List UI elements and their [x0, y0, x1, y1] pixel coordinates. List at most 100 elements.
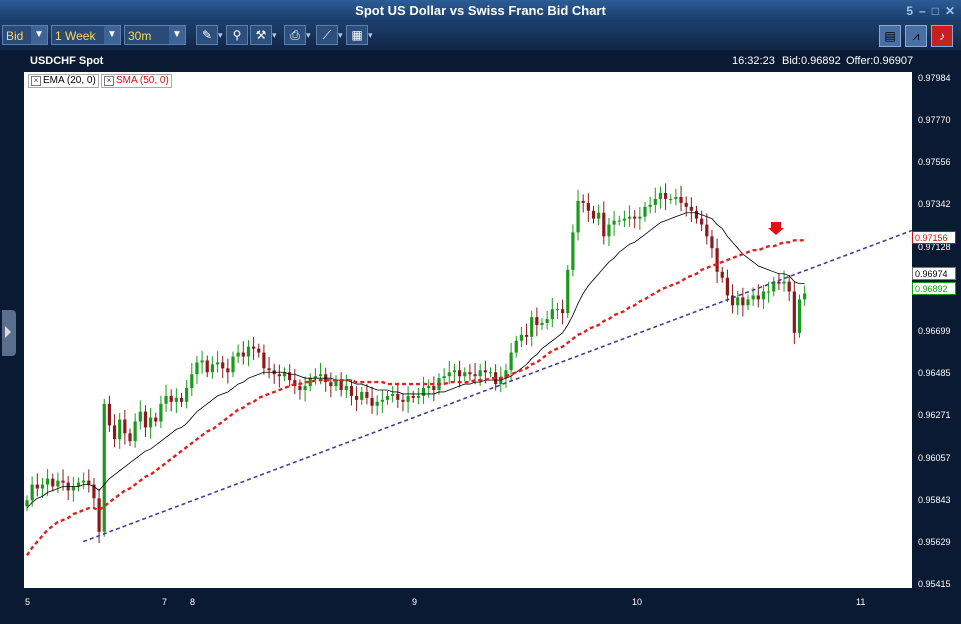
- candle-body: [360, 391, 364, 400]
- dropdown-arrow-icon[interactable]: ▾: [338, 28, 344, 42]
- chevron-down-icon: ▼: [169, 26, 185, 44]
- candle-body: [159, 403, 163, 422]
- candle-body: [138, 411, 142, 422]
- print-button[interactable]: ⎙: [284, 25, 306, 45]
- x-tick-label: 11: [856, 597, 866, 607]
- y-tick-label: 0.95843: [918, 494, 951, 505]
- tools-button[interactable]: ⚒: [250, 25, 272, 45]
- candle-body: [30, 484, 34, 501]
- candle-body: [679, 196, 683, 203]
- candle-body: [112, 425, 117, 440]
- candle-body: [550, 309, 554, 320]
- candle-body: [169, 395, 173, 402]
- candle-body: [689, 206, 693, 211]
- candle-body: [365, 391, 369, 398]
- plot-area[interactable]: [24, 72, 912, 588]
- candle-body: [715, 248, 719, 272]
- price-type-select[interactable]: Bid ▼: [2, 25, 48, 45]
- candle-body: [349, 386, 354, 396]
- sma-indicator-tag[interactable]: × SMA (50, 0): [101, 74, 172, 88]
- alert-arrow-icon[interactable]: [768, 222, 784, 235]
- candle-body: [442, 376, 446, 379]
- candle-body: [653, 198, 657, 205]
- candle-body: [226, 368, 230, 373]
- candle-body: [684, 202, 688, 207]
- pin-button[interactable]: ⚲: [226, 25, 248, 45]
- candle-body: [195, 362, 199, 375]
- chart-type-button[interactable]: ⟋: [316, 25, 338, 45]
- candle-body: [123, 419, 127, 434]
- candle-body: [370, 397, 374, 406]
- candle-body: [421, 388, 426, 396]
- candle-body: [401, 399, 405, 402]
- side-panel-toggle[interactable]: [2, 310, 16, 356]
- x-tick-label: 5: [25, 597, 31, 607]
- price-chart[interactable]: [24, 72, 912, 588]
- candle-body: [530, 317, 534, 337]
- candle-body: [617, 220, 621, 222]
- candle-body: [375, 401, 379, 406]
- offer-value: Offer:0.96907: [846, 55, 914, 67]
- candle-body: [277, 374, 281, 377]
- candle-body: [463, 372, 467, 377]
- window-title: Spot US Dollar vs Swiss Franc Bid Chart: [355, 3, 606, 18]
- minimize-icon[interactable]: –: [919, 3, 926, 19]
- candle-body: [308, 378, 312, 387]
- grid-button[interactable]: ▦: [346, 25, 368, 45]
- candle-body: [133, 421, 137, 442]
- alert-button[interactable]: ♪: [931, 25, 953, 47]
- candle-body: [792, 291, 796, 333]
- candle-body: [643, 206, 647, 217]
- candle-body: [35, 484, 39, 489]
- draw-line-button[interactable]: ✎: [196, 25, 218, 45]
- candle-body: [797, 299, 802, 333]
- candle-body: [164, 395, 168, 404]
- candle-body: [658, 193, 663, 199]
- close-icon[interactable]: ✕: [945, 3, 955, 19]
- chart-settings-button[interactable]: ⩘: [905, 25, 927, 47]
- dropdown-arrow-icon[interactable]: ▾: [272, 28, 278, 42]
- candle-body: [669, 198, 673, 200]
- candle-body: [61, 480, 65, 483]
- maximize-icon[interactable]: □: [932, 3, 939, 19]
- period-select[interactable]: 1 Week ▼: [51, 25, 121, 45]
- remove-icon[interactable]: ×: [104, 76, 114, 86]
- y-tick-label: 0.96057: [918, 452, 951, 463]
- candle-body: [102, 403, 106, 532]
- dropdown-arrow-icon[interactable]: ▾: [306, 28, 312, 42]
- candle-body: [767, 291, 771, 293]
- candle-body: [514, 340, 518, 353]
- candle-body: [339, 380, 343, 390]
- pencil-icon: ✎: [201, 28, 213, 42]
- candle-body: [607, 224, 611, 237]
- candle-body: [355, 395, 359, 400]
- candle-body: [97, 498, 101, 532]
- candle-body: [231, 356, 235, 373]
- restore-icon[interactable]: 5: [906, 3, 913, 19]
- trend-line[interactable]: [82, 229, 912, 543]
- y-tick-label: 0.97770: [918, 115, 951, 126]
- candle-body: [149, 417, 153, 428]
- chevron-down-icon: ▼: [31, 26, 47, 44]
- bell-icon: ♪: [939, 29, 945, 43]
- candle-body: [71, 486, 75, 491]
- y-tick-label: 0.95415: [918, 579, 951, 589]
- candle-body: [241, 352, 245, 357]
- period-value: 1 Week: [55, 29, 96, 43]
- remove-icon[interactable]: ×: [31, 76, 41, 86]
- quote-time: 16:32:23: [732, 55, 775, 67]
- bid-value: Bid:0.96892: [782, 55, 841, 67]
- candle-body: [303, 386, 307, 390]
- y-tick-label: 0.96699: [918, 326, 951, 337]
- interval-select[interactable]: 30m ▼: [124, 25, 186, 45]
- candle-body: [298, 386, 302, 390]
- candle-body: [179, 397, 184, 402]
- dropdown-arrow-icon[interactable]: ▾: [218, 28, 224, 42]
- calendar-button[interactable]: ▤: [879, 25, 901, 47]
- candle-body: [25, 500, 29, 507]
- ema-indicator-tag[interactable]: × EMA (20, 0): [28, 74, 99, 88]
- dropdown-arrow-icon[interactable]: ▾: [368, 28, 374, 42]
- candle-body: [591, 210, 596, 219]
- candle-body: [612, 220, 616, 225]
- candle-body: [452, 370, 457, 373]
